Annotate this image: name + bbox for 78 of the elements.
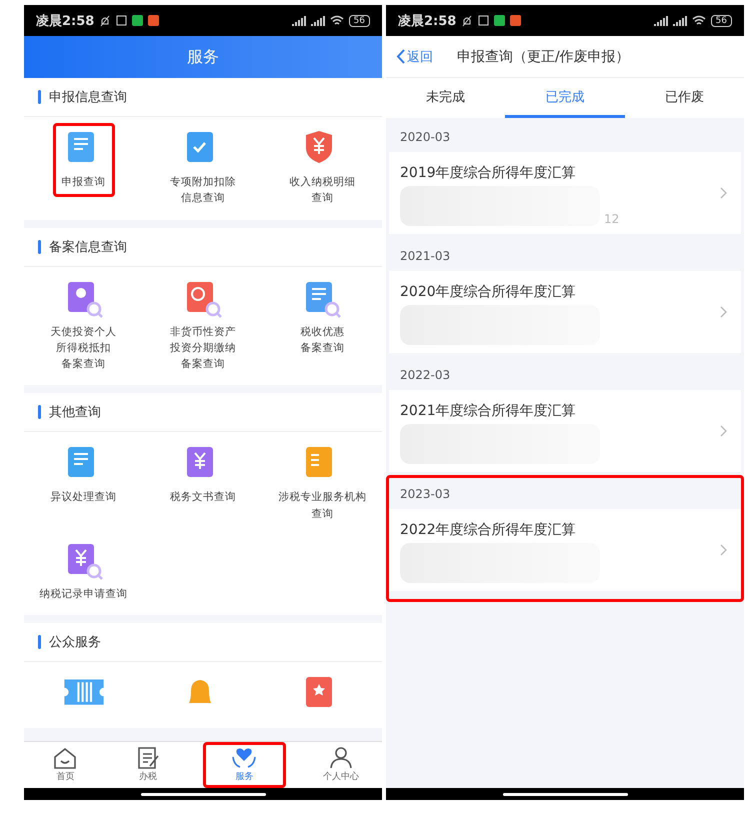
chevron-right-icon	[720, 425, 727, 437]
service-item[interactable]: 天使投资个人 所得税抵扣 备案查询	[42, 272, 126, 380]
service-item[interactable]: 专项附加扣除 信息查询	[160, 123, 245, 214]
date-heading: 2020-03	[400, 130, 450, 144]
tab-label: 首页	[56, 770, 74, 783]
status-tab[interactable]: 已作废	[624, 78, 744, 118]
wifi-icon	[330, 15, 344, 26]
chevron-left-icon	[396, 49, 405, 64]
edit-document-icon	[136, 747, 160, 769]
service-label: 收入纳税明细 查询	[289, 175, 356, 206]
tab-label: 个人中心	[322, 770, 359, 783]
chat-app-icon	[494, 15, 506, 26]
header-title: 服务	[187, 46, 219, 68]
section-title: 备案信息查询	[49, 238, 127, 256]
nav-title: 申报查询（更正/作废申报）	[457, 48, 630, 66]
date-heading: 2022-03	[400, 368, 450, 382]
service-item[interactable]: 涉税专业服务机构 查询	[269, 438, 376, 529]
service-item[interactable]: 纳税记录申请查询	[30, 534, 137, 610]
chevron-right-icon	[720, 187, 727, 199]
person-icon	[328, 747, 353, 769]
service-item[interactable]: 税务文书查询	[160, 438, 245, 513]
service-label: 涉税专业服务机构 查询	[278, 490, 366, 522]
declaration-record[interactable]: 2022年度综合所得年度汇算	[389, 509, 741, 591]
chevron-right-icon	[720, 306, 727, 318]
tab-bar-item[interactable]: 服务	[203, 742, 286, 788]
record-title: 2020年度综合所得年度汇算	[400, 283, 577, 301]
service-item[interactable]: 收入纳税明细 查询	[280, 123, 364, 214]
record-detail: 12	[604, 212, 620, 226]
section-title: 其他查询	[49, 404, 101, 422]
app-icon	[116, 15, 128, 26]
tab-bar-item[interactable]: 个人中心	[300, 742, 382, 788]
status-time: 凌晨2:58	[398, 12, 456, 30]
record-title: 2021年度综合所得年度汇算	[400, 402, 577, 420]
service-label: 异议处理查询	[50, 490, 117, 506]
section-title: 公众服务	[49, 634, 101, 652]
battery-icon: 56	[710, 14, 732, 26]
muted-bell-icon	[99, 14, 112, 26]
service-label: 天使投资个人 所得税抵扣 备案查询	[50, 324, 117, 372]
service-item[interactable]: 非货币性资产 投资分期缴纳 备案查询	[160, 272, 245, 380]
service-item[interactable]: 异议处理查询	[42, 438, 126, 513]
date-heading: 2023-03	[400, 486, 450, 500]
service-label: 税收优惠 备案查询	[300, 324, 344, 356]
muted-bell-icon	[461, 14, 474, 26]
chat-app-icon	[132, 15, 144, 26]
signal-icon	[654, 16, 668, 26]
chevron-right-icon	[720, 544, 727, 556]
tab-bar-item[interactable]: 首页	[24, 742, 106, 788]
tab-bar-item[interactable]: 办税	[106, 742, 189, 788]
declaration-record[interactable]: 2021年度综合所得年度汇算	[389, 390, 741, 472]
declaration-record[interactable]: 2020年度综合所得年度汇算	[389, 271, 741, 353]
signal-icon	[310, 16, 325, 26]
battery-icon: 56	[348, 14, 370, 26]
heart-hands-icon	[231, 747, 258, 769]
service-label: 专项附加扣除 信息查询	[170, 175, 236, 206]
app-icon	[478, 15, 490, 26]
tab-label: 办税	[138, 770, 157, 783]
declaration-record[interactable]: 2019年度综合所得年度汇算 12	[389, 152, 741, 234]
highlighted-service-item[interactable]: 申报查询	[52, 123, 115, 198]
service-label: 纳税记录申请查询	[40, 586, 128, 602]
status-time: 凌晨2:58	[36, 12, 94, 30]
app-icon	[510, 15, 522, 26]
app-icon	[148, 15, 160, 26]
status-tab[interactable]: 已完成	[505, 78, 625, 118]
status-tab[interactable]: 未完成	[386, 78, 506, 118]
service-label: 非货币性资产 投资分期缴纳 备案查询	[170, 324, 236, 372]
record-title: 2022年度综合所得年度汇算	[400, 521, 577, 539]
back-link[interactable]: 返回	[396, 48, 433, 66]
home-icon	[53, 747, 78, 769]
tab-label: 服务	[235, 770, 254, 783]
section-title: 申报信息查询	[49, 89, 127, 106]
record-title: 2019年度综合所得年度汇算	[400, 164, 577, 182]
signal-icon	[292, 16, 306, 26]
signal-icon	[672, 16, 687, 26]
service-item[interactable]: 税收优惠 备案查询	[291, 272, 354, 364]
wifi-icon	[692, 15, 706, 26]
service-label: 申报查询	[62, 175, 106, 190]
service-label: 税务文书查询	[170, 490, 236, 506]
date-heading: 2021-03	[400, 248, 450, 262]
